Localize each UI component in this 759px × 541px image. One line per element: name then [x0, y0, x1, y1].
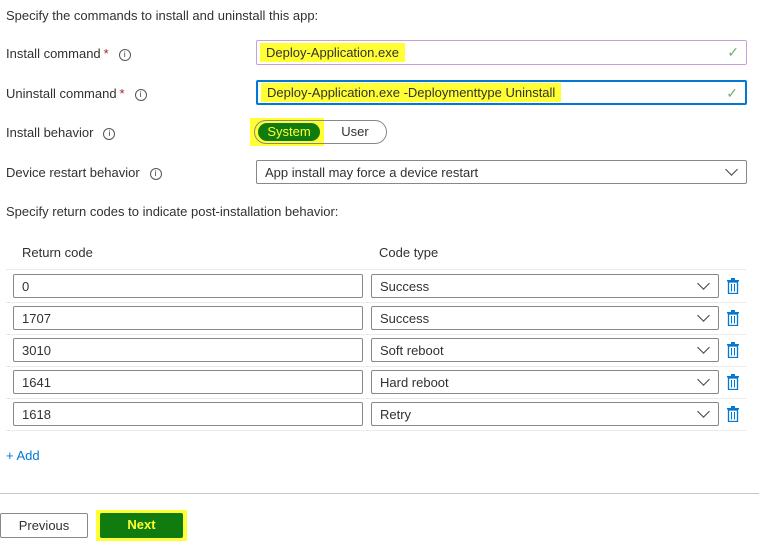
code-type-dropdown[interactable]: Soft reboot [371, 338, 719, 362]
return-codes-intro: Specify return codes to indicate post-in… [6, 204, 339, 219]
check-icon: ✓ [726, 85, 738, 101]
restart-behavior-label: Device restart behavior i [6, 165, 162, 180]
return-code-input[interactable]: 1641 [13, 370, 363, 394]
install-command-input[interactable]: Deploy-Application.exe ✓ [256, 40, 747, 65]
divider [6, 398, 746, 399]
info-icon[interactable]: i [118, 48, 131, 61]
divider [6, 269, 746, 270]
header-return-code: Return code [22, 245, 93, 260]
chevron-down-icon [697, 341, 710, 354]
dropdown-value: Success [380, 279, 430, 294]
label-text: Install behavior [6, 125, 94, 140]
dropdown-value: Success [380, 311, 430, 326]
info-icon[interactable]: i [134, 88, 147, 101]
code-type-dropdown[interactable]: Hard reboot [371, 370, 719, 394]
divider [6, 430, 746, 431]
code-type-dropdown[interactable]: Retry [371, 402, 719, 426]
label-text: Device restart behavior [6, 165, 140, 180]
delete-icon[interactable] [726, 406, 740, 422]
return-code-input[interactable]: 1707 [13, 306, 363, 330]
option-system[interactable]: System [258, 123, 320, 141]
header-code-type: Code type [379, 245, 439, 260]
dropdown-value: Hard reboot [380, 375, 449, 390]
add-link[interactable]: + Add [6, 448, 40, 463]
delete-icon[interactable] [726, 374, 740, 390]
code-type-dropdown[interactable]: Success [371, 274, 719, 298]
dropdown-value: App install may force a device restart [265, 165, 479, 180]
divider [6, 334, 746, 335]
info-icon[interactable]: i [103, 127, 116, 140]
install-command-label: Install command * i [6, 46, 131, 61]
chevron-down-icon [697, 309, 710, 322]
footer-divider [0, 493, 759, 494]
restart-behavior-dropdown[interactable]: App install may force a device restart [256, 160, 747, 184]
install-behavior-label: Install behavior i [6, 125, 116, 140]
divider [6, 366, 746, 367]
dropdown-value: Soft reboot [380, 343, 444, 358]
delete-icon[interactable] [726, 342, 740, 358]
dropdown-value: Retry [380, 407, 412, 422]
return-code-input[interactable]: 0 [13, 274, 363, 298]
required-mark: * [103, 46, 109, 61]
label-text: Install command [6, 46, 101, 61]
chevron-down-icon [697, 405, 710, 418]
delete-icon[interactable] [726, 310, 740, 326]
input-value: Deploy-Application.exe [260, 43, 405, 62]
check-icon: ✓ [727, 44, 739, 60]
required-mark: * [119, 86, 125, 101]
uninstall-command-input[interactable]: Deploy-Application.exe -Deploymenttype U… [256, 80, 747, 105]
next-button[interactable]: Next [100, 513, 183, 538]
code-type-dropdown[interactable]: Success [371, 306, 719, 330]
uninstall-command-label: Uninstall command * i [6, 86, 147, 101]
chevron-down-icon [725, 163, 738, 176]
divider [6, 302, 746, 303]
info-icon[interactable]: i [149, 167, 162, 180]
delete-icon[interactable] [726, 278, 740, 294]
return-code-input[interactable]: 3010 [13, 338, 363, 362]
intro-text: Specify the commands to install and unin… [6, 8, 319, 23]
input-value: Deploy-Application.exe -Deploymenttype U… [261, 83, 562, 102]
option-user[interactable]: User [331, 123, 379, 141]
previous-button[interactable]: Previous [0, 513, 88, 538]
chevron-down-icon [697, 277, 710, 290]
chevron-down-icon [697, 373, 710, 386]
install-behavior-toggle[interactable]: System User [254, 120, 387, 144]
label-text: Uninstall command [6, 86, 117, 101]
return-code-input[interactable]: 1618 [13, 402, 363, 426]
